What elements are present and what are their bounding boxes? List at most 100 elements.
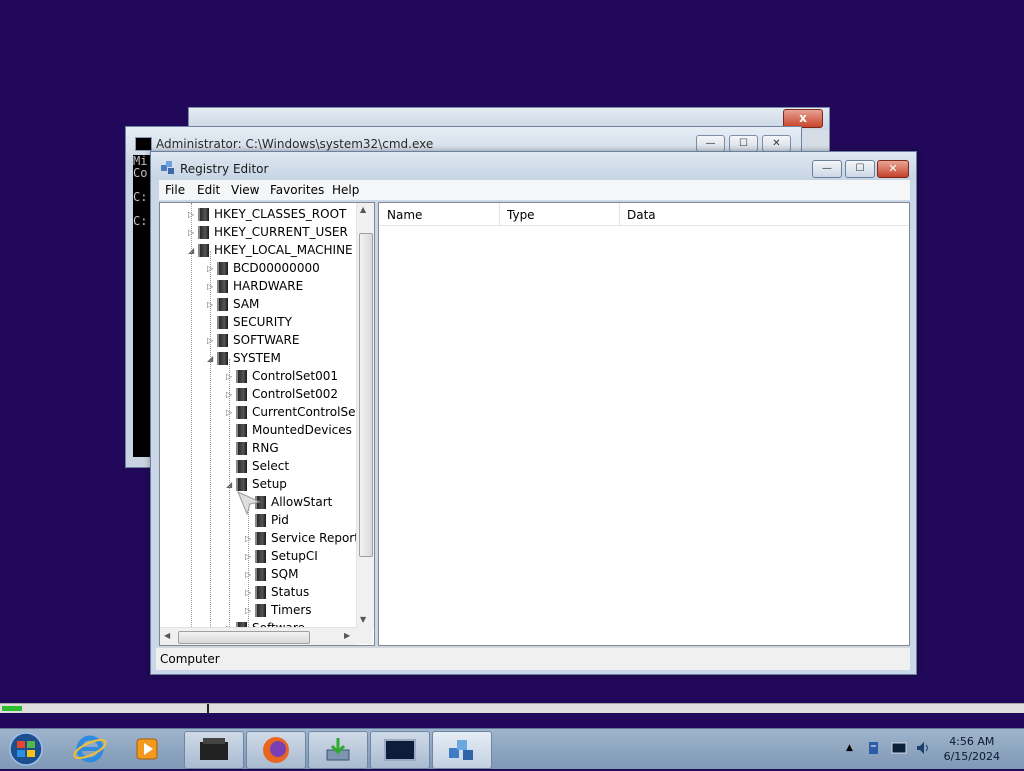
expand-arrow-icon[interactable]: ▷ (245, 552, 253, 561)
expand-arrow-icon[interactable]: ▷ (207, 264, 215, 273)
regedit-minimize-button[interactable]: — (812, 160, 842, 178)
progress-marker (207, 704, 209, 713)
tree-node-label: Select (252, 459, 290, 473)
column-name[interactable]: Name (387, 208, 422, 222)
scroll-right-arrow-icon[interactable]: ▶ (344, 631, 350, 640)
tree-node-label: Service Report (271, 531, 359, 545)
tree-horizontal-scrollbar[interactable]: ◀ ▶ (160, 627, 357, 645)
tree-node-label: SQM (271, 567, 299, 581)
clock[interactable]: 4:56 AM 6/15/2024 (944, 734, 1000, 764)
printer-app-button[interactable] (184, 731, 244, 769)
expand-arrow-icon[interactable]: ▷ (245, 534, 253, 543)
progress-fill (2, 706, 23, 711)
column-divider[interactable] (499, 203, 500, 225)
tree-node-label: HARDWARE (233, 279, 304, 293)
expand-arrow-icon[interactable]: ▷ (188, 210, 196, 219)
tree-guide-line (229, 359, 230, 627)
expand-arrow-icon[interactable]: ▷ (245, 588, 253, 597)
hscroll-thumb[interactable] (178, 631, 310, 644)
volume-icon[interactable] (915, 740, 931, 756)
firefox-button[interactable] (246, 731, 306, 769)
values-list-pane[interactable]: Name Type Data (378, 202, 910, 646)
expand-arrow-icon[interactable]: ▷ (207, 282, 215, 291)
menu-file[interactable]: File (165, 183, 185, 197)
printer-icon (200, 738, 228, 760)
registry-key-folder-icon (236, 388, 247, 401)
menu-favorites[interactable]: Favorites (270, 183, 324, 197)
column-type[interactable]: Type (507, 208, 535, 222)
expand-arrow-icon[interactable]: ▷ (245, 606, 253, 615)
collapse-arrow-icon[interactable]: ◢ (226, 480, 234, 489)
column-data[interactable]: Data (627, 208, 656, 222)
registry-key-folder-icon (217, 280, 228, 293)
status-bar: Computer (156, 647, 910, 670)
console-icon (384, 739, 416, 761)
status-path: Computer (160, 652, 220, 666)
action-center-icon[interactable] (866, 740, 882, 756)
download-app-button[interactable] (308, 731, 368, 769)
regedit-maximize-button[interactable]: ☐ (845, 160, 875, 178)
tree-node-label: Setup (252, 477, 287, 491)
tree-node-label: HKEY_CLASSES_ROOT (214, 207, 347, 221)
tree-node-label: Timers (271, 603, 312, 617)
menu-help[interactable]: Help (332, 183, 359, 197)
column-divider[interactable] (619, 203, 620, 225)
tree-node-label: SAM (233, 297, 260, 311)
tree-node-label: ControlSet002 (252, 387, 338, 401)
scroll-down-arrow-icon[interactable]: ▼ (360, 615, 366, 624)
download-icon (326, 738, 350, 761)
tree-node-label: HKEY_CURRENT_USER (214, 225, 348, 239)
collapse-arrow-icon[interactable]: ◢ (188, 246, 196, 255)
expand-arrow-icon[interactable]: ▷ (245, 570, 253, 579)
media-player-icon[interactable] (128, 731, 170, 767)
registry-key-folder-icon (217, 298, 228, 311)
tree-node-label: SOFTWARE (233, 333, 300, 347)
scroll-thumb[interactable] (359, 233, 373, 557)
tree-vertical-scrollbar[interactable]: ▲ ▼ (356, 203, 374, 627)
key-tree-pane[interactable]: ▷ HKEY_CLASSES_ROOT ▷ HKEY_CURRENT_USER ◢ HKE… (159, 202, 375, 646)
tree-node-label: Pid (271, 513, 289, 527)
registry-key-folder-icon (217, 334, 228, 347)
expand-arrow-icon[interactable]: ▷ (207, 300, 215, 309)
registry-key-folder-icon (198, 208, 209, 221)
expand-arrow-icon[interactable]: ▷ (226, 408, 234, 417)
expand-arrow-icon[interactable]: ▷ (188, 228, 196, 237)
registry-editor-window: Registry Editor — ☐ ✕ File Edit View Fav… (150, 151, 917, 675)
mouse-pointer-icon (237, 491, 262, 516)
registry-key-folder-icon (236, 424, 247, 437)
list-header: Name Type Data (379, 203, 909, 226)
menu-edit[interactable]: Edit (197, 183, 220, 197)
registry-icon (449, 740, 473, 760)
expand-arrow-icon[interactable]: ▷ (226, 390, 234, 399)
registry-key-folder-icon (236, 442, 247, 455)
internet-explorer-icon[interactable] (70, 731, 112, 767)
registry-key-folder-icon (217, 316, 228, 329)
scroll-corner (357, 627, 373, 644)
cmd-minimize-button[interactable]: — (696, 135, 725, 152)
tray-expand-icon[interactable]: ▲ (846, 743, 853, 753)
collapse-arrow-icon[interactable]: ◢ (207, 354, 215, 363)
tree-node-label: AllowStart (271, 495, 333, 509)
registry-editor-icon (161, 161, 174, 174)
registry-key-folder-icon (198, 244, 209, 257)
scroll-up-arrow-icon[interactable]: ▲ (360, 205, 366, 214)
registry-key-folder-icon (255, 550, 266, 563)
network-icon[interactable] (891, 740, 907, 756)
cmd-title: Administrator: C:\Windows\system32\cmd.e… (156, 137, 434, 151)
regedit-close-button[interactable]: ✕ (877, 160, 909, 178)
tree-guide-line (248, 503, 249, 627)
scroll-left-arrow-icon[interactable]: ◀ (164, 631, 170, 640)
regedit-taskbar-button[interactable] (432, 731, 492, 769)
expand-arrow-icon[interactable]: ▷ (226, 372, 234, 381)
menu-view[interactable]: View (231, 183, 259, 197)
cmd-close-button[interactable]: ✕ (762, 135, 791, 152)
cmd-maximize-button[interactable]: ☐ (729, 135, 758, 152)
regedit-titlebar[interactable]: Registry Editor — ☐ ✕ (151, 152, 916, 180)
registry-key-folder-icon (255, 586, 266, 599)
expand-arrow-icon[interactable]: ▷ (207, 336, 215, 345)
tree-node-label: BCD00000000 (233, 261, 320, 275)
cmd-taskbar-button[interactable] (370, 731, 430, 769)
start-orb-icon[interactable] (6, 731, 50, 767)
registry-key-folder-icon (236, 370, 247, 383)
tree-node-label: ControlSet001 (252, 369, 338, 383)
